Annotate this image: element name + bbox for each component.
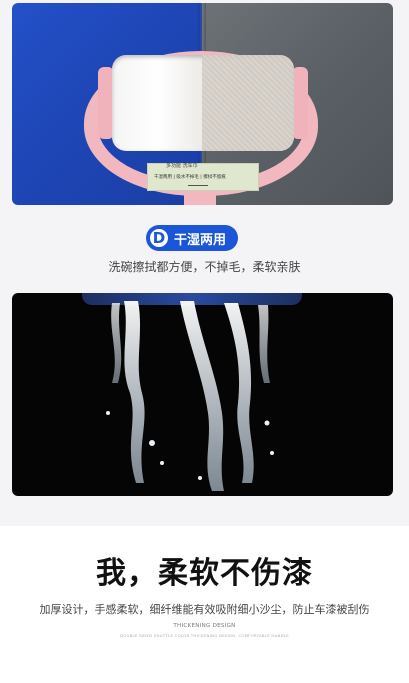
- label-title: 多功能 洗车巾: [166, 163, 198, 169]
- feature-caption: 洗碗擦拭都方便，不掉毛，柔软亲肤: [108, 260, 301, 274]
- feature-badge-pill: D 干湿两用: [146, 225, 238, 251]
- section-description: 加厚设计，手感柔软，细纤维能有效吸附细小沙尘，防止车漆被刮伤: [39, 603, 370, 616]
- english-title: THICKENING DESIGN: [173, 623, 236, 629]
- product-image-water-absorb: [12, 293, 393, 496]
- product-label-card: 多功能 洗车巾 干湿两用 | 吸水不掉毛 | 擦拭不留痕: [147, 163, 259, 191]
- section-headline: 我，柔软不伤漆: [96, 556, 313, 591]
- product-image-dry-wet: 多功能 洗车巾 干湿两用 | 吸水不掉毛 | 擦拭不留痕: [12, 3, 393, 205]
- feature-letter-badge: D: [148, 227, 170, 249]
- label-underline: [188, 185, 208, 186]
- english-subtitle: DOUBLE SIDED SHUTTLE COLOR THICKENING DE…: [120, 633, 289, 638]
- label-subtitle: 干湿两用 | 吸水不掉毛 | 擦拭不留痕: [154, 175, 226, 180]
- water-streams-graphic: [106, 301, 274, 491]
- feature-badge-title: 干湿两用: [174, 232, 227, 248]
- roller-right-cap: [292, 67, 308, 139]
- lint-roller-dirty-half: [202, 55, 294, 151]
